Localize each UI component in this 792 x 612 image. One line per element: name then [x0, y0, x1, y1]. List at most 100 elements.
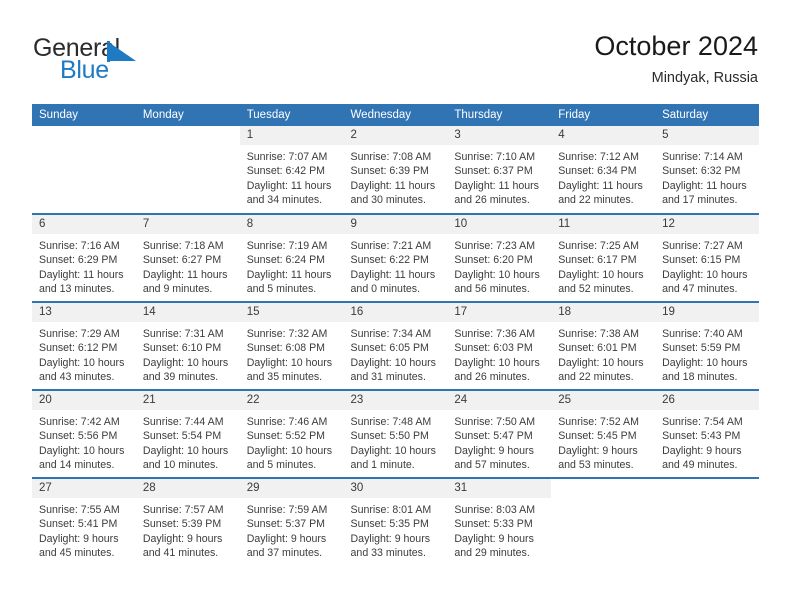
sunset-text: Sunset: 6:03 PM: [454, 342, 533, 355]
calendar-day-cell[interactable]: 23 Sunrise: 7:48 AM Sunset: 5:50 PM Dayl…: [343, 389, 448, 478]
day-details: Sunrise: 7:19 AM Sunset: 6:24 PM Dayligh…: [240, 234, 344, 296]
day-details: Sunrise: 7:57 AM Sunset: 5:39 PM Dayligh…: [136, 498, 240, 560]
sunrise-text: Sunrise: 7:07 AM: [246, 151, 328, 163]
calendar-day-cell[interactable]: 31 Sunrise: 8:03 AM Sunset: 5:33 PM Dayl…: [447, 477, 552, 566]
day-number: 22: [239, 391, 344, 410]
sunset-text: Sunset: 6:22 PM: [350, 254, 429, 267]
sunset-text: Sunset: 5:35 PM: [350, 518, 429, 531]
daylight-text: Daylight: 11 hours: [558, 179, 643, 192]
day-details: [551, 498, 655, 503]
sunrise-text: Sunrise: 7:54 AM: [662, 416, 743, 428]
day-number: 21: [135, 391, 240, 410]
daylight-text-cont: and 39 minutes.: [142, 370, 219, 383]
daylight-text-cont: and 26 minutes.: [454, 370, 530, 383]
daylight-text-cont: and 49 minutes.: [662, 458, 738, 471]
sunrise-text: Sunrise: 7:46 AM: [246, 416, 328, 428]
calendar-day-cell[interactable]: 6 Sunrise: 7:16 AM Sunset: 6:29 PM Dayli…: [32, 213, 136, 302]
calendar-day-cell[interactable]: 27 Sunrise: 7:55 AM Sunset: 5:41 PM Dayl…: [32, 477, 136, 566]
page-header: General Blue October 2024 Mindyak, Russi…: [33, 30, 758, 96]
day-details: [136, 145, 240, 150]
day-number: 19: [655, 303, 759, 322]
calendar-day-cell[interactable]: 11 Sunrise: 7:25 AM Sunset: 6:17 PM Dayl…: [551, 213, 656, 302]
calendar-day-cell[interactable]: 20 Sunrise: 7:42 AM Sunset: 5:56 PM Dayl…: [32, 389, 136, 478]
sunset-text: Sunset: 6:32 PM: [662, 165, 741, 178]
calendar-day-cell[interactable]: 3 Sunrise: 7:10 AM Sunset: 6:37 PM Dayli…: [447, 126, 552, 214]
daylight-text: Daylight: 9 hours: [454, 532, 534, 545]
sunrise-text: Sunrise: 7:40 AM: [662, 328, 743, 340]
calendar-week-row: 6 Sunrise: 7:16 AM Sunset: 6:29 PM Dayli…: [32, 213, 759, 302]
calendar-day-cell[interactable]: 16 Sunrise: 7:34 AM Sunset: 6:05 PM Dayl…: [343, 301, 448, 390]
daylight-text-cont: and 41 minutes.: [142, 546, 219, 559]
sunrise-text: Sunrise: 7:38 AM: [558, 328, 639, 340]
calendar-day-cell[interactable]: 1 Sunrise: 7:07 AM Sunset: 6:42 PM Dayli…: [239, 126, 344, 214]
daylight-text-cont: and 22 minutes.: [558, 193, 634, 206]
sunrise-sunset-calendar: Sunday Monday Tuesday Wednesday Thursday…: [32, 104, 759, 566]
sunset-text: Sunset: 6:12 PM: [39, 342, 118, 355]
calendar-day-cell[interactable]: 2 Sunrise: 7:08 AM Sunset: 6:39 PM Dayli…: [343, 126, 448, 214]
calendar-day-cell[interactable]: 7 Sunrise: 7:18 AM Sunset: 6:27 PM Dayli…: [135, 213, 240, 302]
calendar-day-cell[interactable]: [136, 126, 240, 214]
day-number: 4: [551, 126, 656, 145]
calendar-day-cell[interactable]: 9 Sunrise: 7:21 AM Sunset: 6:22 PM Dayli…: [343, 213, 448, 302]
calendar-day-cell[interactable]: [551, 477, 656, 566]
daylight-text: Daylight: 9 hours: [246, 532, 327, 545]
day-details: Sunrise: 7:46 AM Sunset: 5:52 PM Dayligh…: [240, 410, 344, 472]
daylight-text: Daylight: 9 hours: [454, 444, 534, 457]
logo-text-blue: Blue: [60, 56, 109, 84]
day-details: Sunrise: 7:44 AM Sunset: 5:54 PM Dayligh…: [136, 410, 240, 472]
daylight-text-cont: and 37 minutes.: [246, 546, 323, 559]
calendar-day-cell[interactable]: [655, 477, 759, 566]
calendar-day-cell[interactable]: 12 Sunrise: 7:27 AM Sunset: 6:15 PM Dayl…: [655, 213, 759, 302]
daylight-text: Daylight: 10 hours: [39, 444, 125, 457]
calendar-day-cell[interactable]: 17 Sunrise: 7:36 AM Sunset: 6:03 PM Dayl…: [447, 301, 552, 390]
sunset-text: Sunset: 5:43 PM: [662, 430, 741, 443]
calendar-day-cell[interactable]: 14 Sunrise: 7:31 AM Sunset: 6:10 PM Dayl…: [135, 301, 240, 390]
sunset-text: Sunset: 5:45 PM: [558, 430, 637, 443]
calendar-day-cell[interactable]: 28 Sunrise: 7:57 AM Sunset: 5:39 PM Dayl…: [135, 477, 240, 566]
weekday-header-tuesday: Tuesday: [239, 104, 344, 126]
sunrise-text: Sunrise: 7:08 AM: [350, 151, 432, 163]
calendar-day-cell[interactable]: 29 Sunrise: 7:59 AM Sunset: 5:37 PM Dayl…: [239, 477, 344, 566]
calendar-day-cell[interactable]: [32, 126, 136, 214]
day-number: 24: [447, 391, 552, 410]
sunset-text: Sunset: 5:41 PM: [39, 518, 118, 531]
calendar-day-cell[interactable]: 8 Sunrise: 7:19 AM Sunset: 6:24 PM Dayli…: [239, 213, 344, 302]
daylight-text: Daylight: 10 hours: [454, 356, 540, 369]
calendar-week-row: 20 Sunrise: 7:42 AM Sunset: 5:56 PM Dayl…: [32, 389, 759, 478]
calendar-week-row: 27 Sunrise: 7:55 AM Sunset: 5:41 PM Dayl…: [32, 477, 759, 566]
day-number: 6: [32, 215, 136, 234]
calendar-day-cell[interactable]: 5 Sunrise: 7:14 AM Sunset: 6:32 PM Dayli…: [655, 126, 759, 214]
day-number: 30: [343, 479, 448, 498]
sunrise-text: Sunrise: 7:25 AM: [558, 240, 639, 252]
day-details: Sunrise: 7:29 AM Sunset: 6:12 PM Dayligh…: [32, 322, 136, 384]
calendar-day-cell[interactable]: 18 Sunrise: 7:38 AM Sunset: 6:01 PM Dayl…: [551, 301, 656, 390]
day-number: 3: [447, 126, 552, 145]
calendar-day-cell[interactable]: 4 Sunrise: 7:12 AM Sunset: 6:34 PM Dayli…: [551, 126, 656, 214]
day-details: Sunrise: 7:55 AM Sunset: 5:41 PM Dayligh…: [32, 498, 136, 560]
sunset-text: Sunset: 6:42 PM: [246, 165, 326, 178]
day-number: [32, 126, 136, 145]
daylight-text-cont: and 33 minutes.: [350, 546, 426, 559]
calendar-day-cell[interactable]: 15 Sunrise: 7:32 AM Sunset: 6:08 PM Dayl…: [239, 301, 344, 390]
daylight-text-cont: and 10 minutes.: [142, 458, 219, 471]
daylight-text-cont: and 29 minutes.: [454, 546, 530, 559]
sunrise-text: Sunrise: 7:57 AM: [142, 504, 224, 516]
calendar-day-cell[interactable]: 24 Sunrise: 7:50 AM Sunset: 5:47 PM Dayl…: [447, 389, 552, 478]
calendar-day-cell[interactable]: 13 Sunrise: 7:29 AM Sunset: 6:12 PM Dayl…: [32, 301, 136, 390]
daylight-text-cont: and 43 minutes.: [39, 370, 115, 383]
day-number: 28: [135, 479, 240, 498]
daylight-text: Daylight: 10 hours: [454, 268, 540, 281]
sunset-text: Sunset: 5:50 PM: [350, 430, 429, 443]
calendar-day-cell[interactable]: 25 Sunrise: 7:52 AM Sunset: 5:45 PM Dayl…: [551, 389, 656, 478]
calendar-day-cell[interactable]: 19 Sunrise: 7:40 AM Sunset: 5:59 PM Dayl…: [655, 301, 759, 390]
calendar-day-cell[interactable]: 26 Sunrise: 7:54 AM Sunset: 5:43 PM Dayl…: [655, 389, 759, 478]
day-details: Sunrise: 7:50 AM Sunset: 5:47 PM Dayligh…: [447, 410, 551, 472]
day-details: Sunrise: 7:54 AM Sunset: 5:43 PM Dayligh…: [655, 410, 759, 472]
calendar-day-cell[interactable]: 10 Sunrise: 7:23 AM Sunset: 6:20 PM Dayl…: [447, 213, 552, 302]
daylight-text-cont: and 22 minutes.: [558, 370, 634, 383]
sunrise-text: Sunrise: 7:10 AM: [454, 151, 536, 163]
calendar-day-cell[interactable]: 30 Sunrise: 8:01 AM Sunset: 5:35 PM Dayl…: [343, 477, 448, 566]
calendar-day-cell[interactable]: 22 Sunrise: 7:46 AM Sunset: 5:52 PM Dayl…: [239, 389, 344, 478]
calendar-week-row: 1 Sunrise: 7:07 AM Sunset: 6:42 PM Dayli…: [32, 126, 759, 214]
calendar-day-cell[interactable]: 21 Sunrise: 7:44 AM Sunset: 5:54 PM Dayl…: [135, 389, 240, 478]
